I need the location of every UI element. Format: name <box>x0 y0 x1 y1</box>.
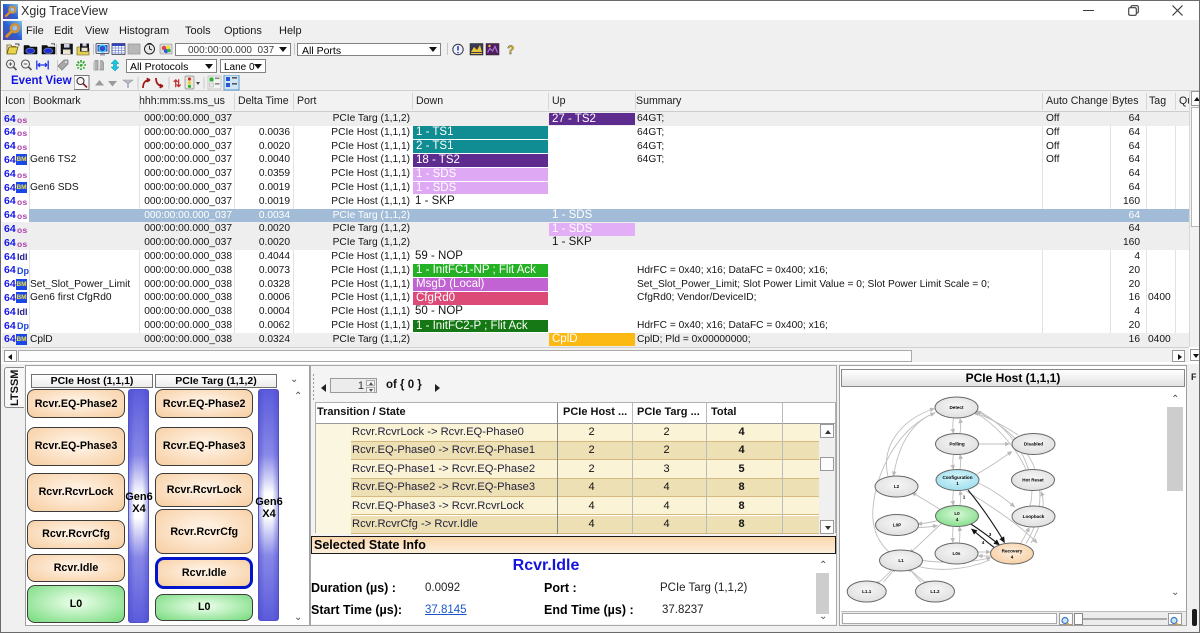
svg-text:Detect: Detect <box>949 405 964 410</box>
svg-text:⇅: ⇅ <box>173 79 182 90</box>
svg-text:L0s: L0s <box>953 551 961 556</box>
svg-text:L0P: L0P <box>893 522 901 527</box>
svg-text:L0: L0 <box>954 511 960 516</box>
svg-text:4: 4 <box>1011 554 1014 559</box>
svg-text:Recovery: Recovery <box>1002 548 1023 553</box>
svg-text:Configuration: Configuration <box>942 475 972 480</box>
svg-text:L1: L1 <box>898 558 904 563</box>
svg-text:Disabled: Disabled <box>1024 441 1043 446</box>
svg-text:L2: L2 <box>894 484 900 489</box>
svg-text:L1.1: L1.1 <box>862 589 872 594</box>
svg-text:3: 3 <box>989 532 992 537</box>
svg-text:4: 4 <box>956 517 959 522</box>
svg-text:Loopback: Loopback <box>1023 514 1045 519</box>
svg-text:L1.2: L1.2 <box>930 589 940 594</box>
svg-text:4: 4 <box>982 540 985 545</box>
svg-text:1: 1 <box>963 494 966 499</box>
svg-text:Polling: Polling <box>949 441 965 446</box>
svg-text:1: 1 <box>956 481 959 486</box>
svg-text:Hot Reset: Hot Reset <box>1022 477 1044 482</box>
svg-text:?: ? <box>507 43 514 56</box>
